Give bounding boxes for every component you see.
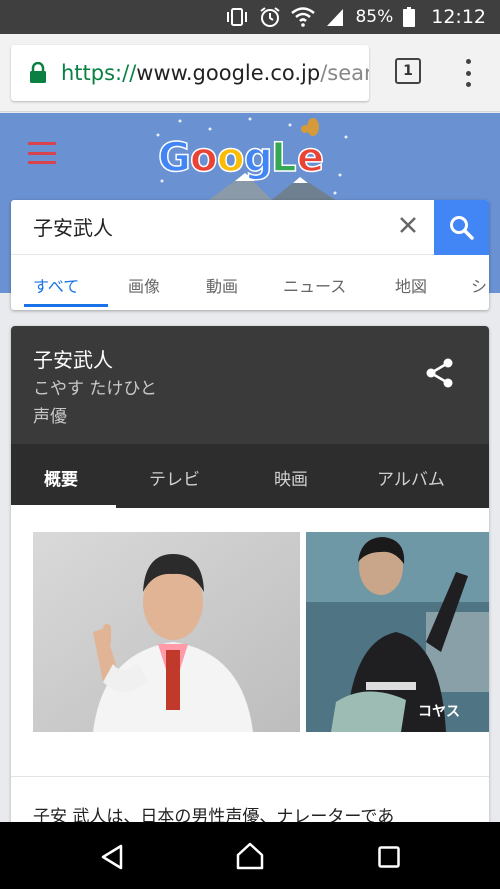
- back-icon[interactable]: [100, 844, 124, 870]
- entity-image-2[interactable]: コヤス: [306, 532, 489, 732]
- svg-text:コヤス: コヤス: [418, 704, 460, 720]
- tab-all[interactable]: すべて: [33, 273, 79, 297]
- url-scheme: https://: [61, 61, 137, 85]
- home-icon[interactable]: [236, 842, 264, 870]
- svg-text:L: L: [271, 135, 297, 181]
- share-icon[interactable]: [425, 357, 455, 389]
- entity-occupation: 声優: [33, 407, 67, 427]
- tab-albums[interactable]: アルバム: [377, 465, 445, 490]
- url-path: /sear: [320, 61, 369, 85]
- divider: [11, 776, 489, 777]
- lock-icon: [30, 62, 46, 83]
- tab-tv[interactable]: テレビ: [149, 465, 200, 490]
- entity-reading: こやす たけひと: [33, 379, 157, 399]
- entity-title: 子安武人: [33, 348, 113, 372]
- search-icon: [449, 215, 474, 240]
- knowledge-panel: 子安武人 こやす たけひと 声優 概要 テレビ 映画 アルバム コヤス 子安 武…: [11, 326, 489, 846]
- google-doodle-logo[interactable]: G o o g L e: [150, 115, 355, 205]
- recent-apps-icon[interactable]: [378, 846, 400, 868]
- tab-switcher-button[interactable]: 1: [395, 58, 421, 84]
- url-bar[interactable]: https://www.google.co.jp/sear: [11, 45, 369, 101]
- hamburger-menu-icon[interactable]: [28, 142, 56, 164]
- svg-text:o: o: [217, 135, 244, 181]
- search-row: 子安武人: [11, 200, 489, 255]
- url-domain: www.google.co.jp: [136, 61, 321, 85]
- tab-images[interactable]: 画像: [128, 273, 160, 297]
- tab-videos[interactable]: 動画: [206, 273, 238, 297]
- clock: 12:12: [431, 6, 486, 28]
- tab-movies[interactable]: 映画: [274, 465, 308, 490]
- active-tab-indicator: [24, 304, 108, 307]
- svg-text:o: o: [190, 135, 217, 181]
- kp-active-tab-indicator: [11, 505, 116, 508]
- tab-news[interactable]: ニュース: [283, 273, 346, 297]
- alarm-icon: [260, 7, 281, 27]
- battery-percent: 85%: [355, 7, 394, 27]
- search-card: 子安武人 すべて 画像 動画 ニュース 地図 シ: [11, 200, 489, 310]
- entity-image-1[interactable]: [33, 532, 300, 732]
- search-button[interactable]: [434, 200, 489, 255]
- wifi-icon: [291, 7, 316, 27]
- system-navigation-bar: [0, 822, 500, 889]
- browser-toolbar: https://www.google.co.jp/sear 1: [0, 34, 500, 112]
- battery-icon: [403, 7, 416, 27]
- tab-maps[interactable]: 地図: [395, 273, 427, 297]
- svg-text:e: e: [297, 135, 324, 181]
- browser-menu-button[interactable]: [458, 56, 478, 90]
- search-input[interactable]: 子安武人: [33, 212, 113, 241]
- status-bar: 85% 12:12: [0, 0, 500, 34]
- svg-text:g: g: [244, 135, 273, 181]
- search-tabs: すべて 画像 動画 ニュース 地図 シ: [11, 255, 489, 310]
- signal-icon: [327, 9, 344, 26]
- knowledge-panel-tabs: 概要 テレビ 映画 アルバム: [11, 444, 489, 508]
- url-text: https://www.google.co.jp/sear: [61, 61, 369, 85]
- vibrate-icon: [227, 8, 248, 26]
- tab-overview[interactable]: 概要: [44, 465, 78, 490]
- tab-more[interactable]: シ: [471, 273, 487, 297]
- knowledge-panel-header: 子安武人 こやす たけひと 声優: [11, 326, 489, 444]
- svg-text:G: G: [158, 135, 191, 181]
- clear-icon[interactable]: [397, 214, 419, 236]
